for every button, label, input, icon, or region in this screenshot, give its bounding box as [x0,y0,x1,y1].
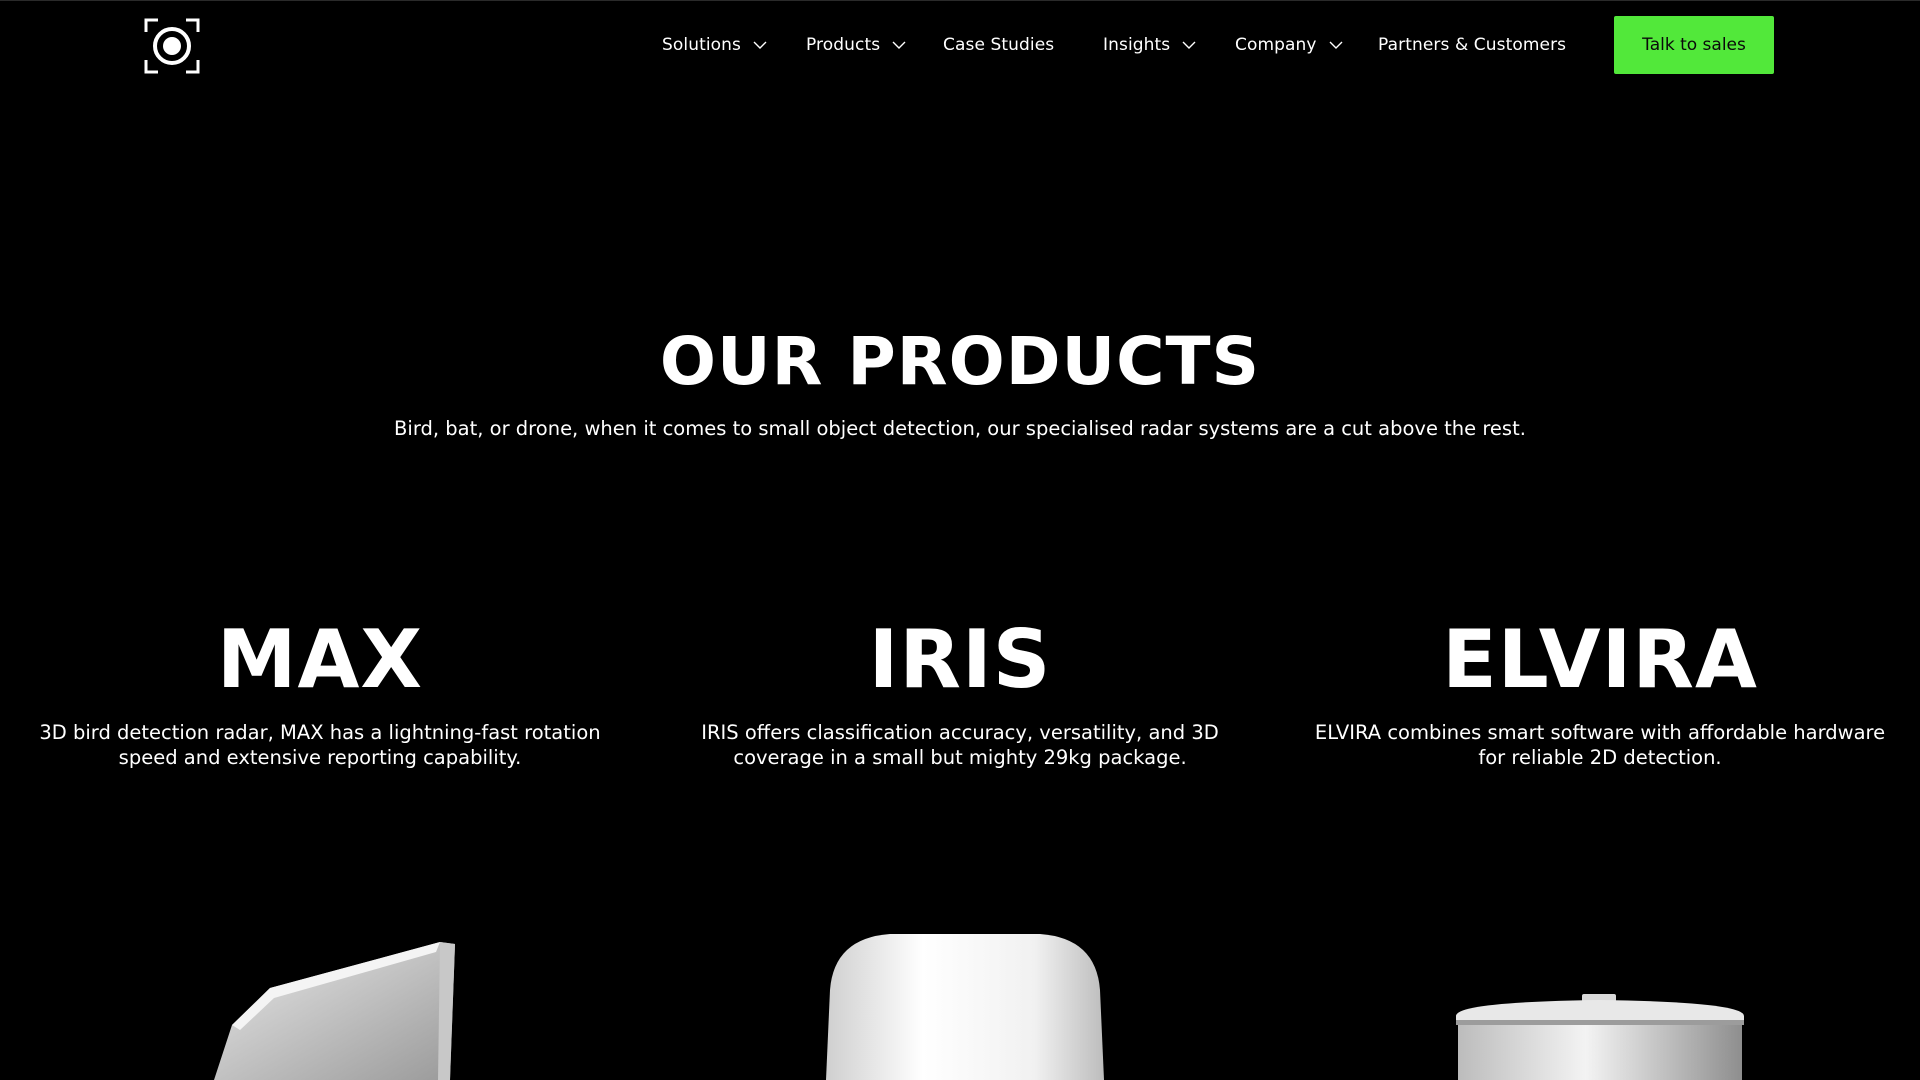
product-name: MAX [216,613,424,706]
page-subtitle: Bird, bat, or drone, when it comes to sm… [394,417,1526,440]
page-title: OUR PRODUCTS [659,323,1261,400]
product-description: IRIS offers classification accuracy, ver… [701,721,1219,769]
nav-label: Partners & Customers [1378,35,1567,55]
chevron-down-icon [1329,41,1343,49]
product-description: 3D bird detection radar, MAX has a light… [39,721,601,769]
nav-label: Insights [1103,35,1171,55]
product-card-iris[interactable]: IRIS IRIS offers classification accuracy… [660,610,1260,770]
chevron-down-icon [753,41,767,49]
nav-item-products[interactable]: Products [806,31,906,59]
max-radar-image[interactable] [200,930,480,1080]
nav-label: Company [1235,35,1317,55]
nav-item-company[interactable]: Company [1235,31,1343,59]
product-card-max[interactable]: MAX 3D bird detection radar, MAX has a l… [20,610,620,770]
product-name: IRIS [868,613,1052,706]
nav-label: Solutions [662,35,742,55]
product-name: ELVIRA [1442,613,1758,706]
talk-to-sales-button[interactable]: Talk to sales [1614,16,1774,74]
nav-item-solutions[interactable]: Solutions [662,31,767,59]
nav-item-partners-customers[interactable]: Partners & Customers [1378,31,1566,59]
nav-item-insights[interactable]: Insights [1103,31,1196,59]
nav-label: Products [806,35,881,55]
logo-target-icon[interactable] [144,18,200,74]
product-card-elvira[interactable]: ELVIRA ELVIRA combines smart software wi… [1300,610,1900,770]
elvira-radar-image[interactable] [1450,990,1750,1080]
top-border [0,0,1920,1]
nav-label: Case Studies [943,35,1055,55]
iris-radar-image[interactable] [820,930,1110,1080]
chevron-down-icon [1182,41,1196,49]
product-description: ELVIRA combines smart software with affo… [1314,721,1886,769]
chevron-down-icon [892,41,906,49]
nav-item-case-studies[interactable]: Case Studies [943,31,1054,59]
